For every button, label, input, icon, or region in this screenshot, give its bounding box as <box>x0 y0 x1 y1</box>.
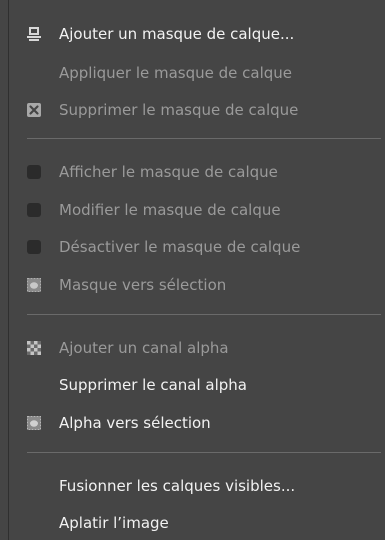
menu-item-edit-layer-mask[interactable]: Modifier le masque de calque <box>9 193 385 227</box>
add-layer-mask-icon <box>27 27 41 41</box>
menu-item-label: Modifier le masque de calque <box>59 201 281 219</box>
menu-item-disable-layer-mask[interactable]: Désactiver le masque de calque <box>9 230 385 264</box>
menu-item-add-layer-mask[interactable]: Ajouter un masque de calque... <box>9 17 385 51</box>
menu-item-label: Fusionner les calques visibles... <box>59 477 296 495</box>
menu-separator <box>27 138 381 139</box>
menu-item-label: Masque vers sélection <box>59 276 227 294</box>
menu-item-label: Ajouter un canal alpha <box>59 339 229 357</box>
menu-item-label: Ajouter un masque de calque... <box>59 25 295 43</box>
menu-item-label: Alpha vers sélection <box>59 414 211 432</box>
menu-item-label: Supprimer le canal alpha <box>59 376 247 394</box>
menu-item-add-alpha-channel[interactable]: Ajouter un canal alpha <box>9 331 385 365</box>
menu-item-label: Désactiver le masque de calque <box>59 238 301 256</box>
menu-item-label: Afficher le masque de calque <box>59 163 278 181</box>
checkbox-icon <box>27 165 41 179</box>
menu-separator <box>27 314 381 315</box>
delete-mask-icon <box>27 103 41 117</box>
menu-item-label: Appliquer le masque de calque <box>59 64 293 82</box>
menu-item-remove-alpha-channel[interactable]: Supprimer le canal alpha <box>9 368 385 402</box>
layer-mask-context-menu: Ajouter un masque de calque... Appliquer… <box>8 0 385 540</box>
menu-item-delete-layer-mask[interactable]: Supprimer le masque de calque <box>9 93 385 127</box>
mask-to-selection-icon <box>27 278 41 292</box>
alpha-to-selection-icon <box>27 416 41 430</box>
menu-item-mask-to-selection[interactable]: Masque vers sélection <box>9 268 385 302</box>
menu-item-alpha-to-selection[interactable]: Alpha vers sélection <box>9 406 385 440</box>
checkbox-icon <box>27 203 41 217</box>
menu-item-label: Aplatir l’image <box>59 514 169 532</box>
menu-item-label: Supprimer le masque de calque <box>59 101 299 119</box>
menu-separator <box>27 452 381 453</box>
menu-item-merge-visible-layers[interactable]: Fusionner les calques visibles... <box>9 469 385 503</box>
checkbox-icon <box>27 240 41 254</box>
menu-item-flatten-image[interactable]: Aplatir l’image <box>9 506 385 540</box>
menu-item-show-layer-mask[interactable]: Afficher le masque de calque <box>9 155 385 189</box>
alpha-channel-icon <box>27 341 41 355</box>
menu-item-apply-layer-mask[interactable]: Appliquer le masque de calque <box>9 56 385 90</box>
